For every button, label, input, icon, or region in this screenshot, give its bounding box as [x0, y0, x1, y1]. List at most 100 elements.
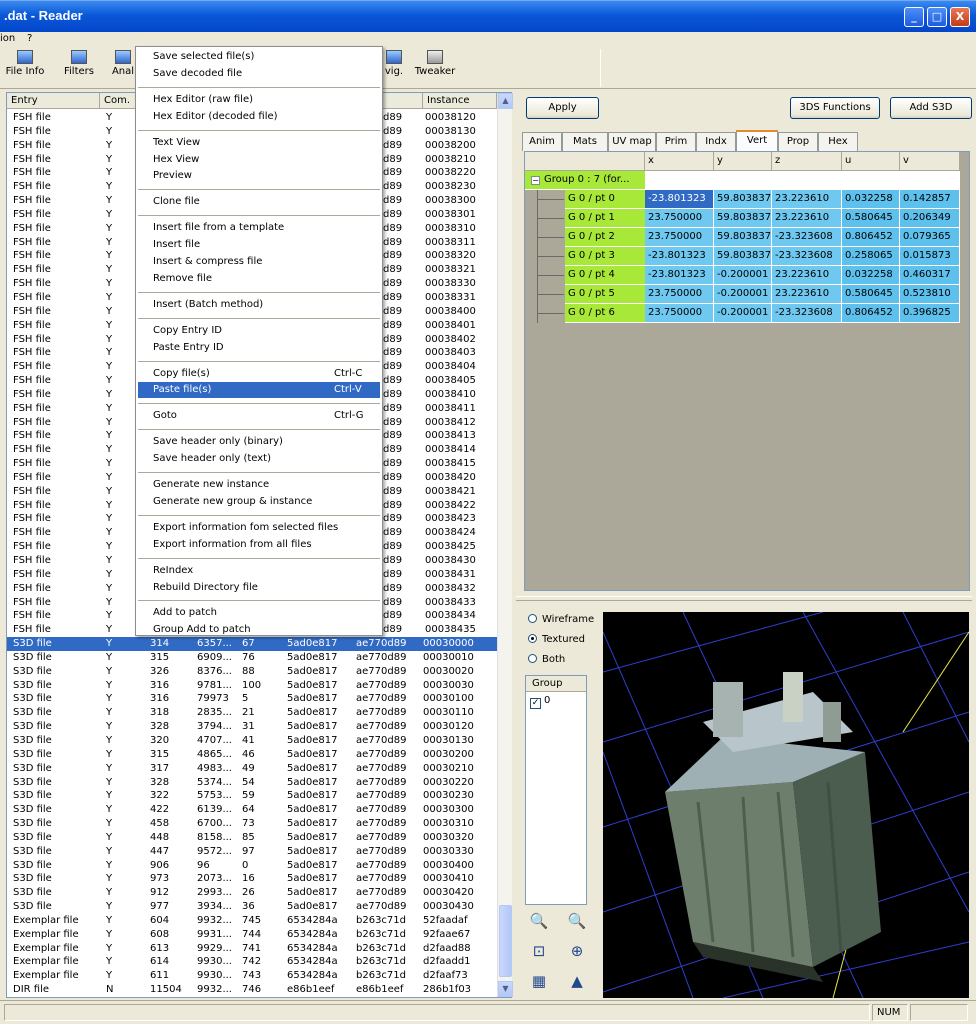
table-row[interactable]: S3D file Y 316 79973 5 5ad0e817 ae770d89 000301… — [7, 692, 497, 706]
menu-item-hex-view[interactable]: Hex View — [138, 152, 380, 168]
table-row[interactable]: S3D file Y 318 2835... 21 5ad0e817 ae770d89 000… — [7, 706, 497, 720]
list-scrollbar[interactable]: ▲ ▼ — [497, 93, 513, 997]
splitter[interactable] — [516, 596, 972, 601]
vertex-node[interactable]: G 0 / pt 0 — [565, 190, 645, 209]
menu-item-insert-compress-file[interactable]: Insert & compress file — [138, 254, 380, 270]
grid-cell[interactable]: 0.806452 — [842, 228, 900, 247]
collapse-icon[interactable]: − — [531, 176, 540, 185]
menu-item-copy-file-s[interactable]: Copy file(s) Ctrl-C — [138, 366, 380, 382]
menu-item-paste-file-s[interactable]: Paste file(s) Ctrl-V — [138, 382, 380, 399]
table-row[interactable]: S3D file Y 315 4865... 46 5ad0e817 ae770d89 000… — [7, 748, 497, 762]
grid-cell[interactable]: 0.015873 — [900, 247, 960, 266]
grid-cell[interactable]: 0.460317 — [900, 266, 960, 285]
menu-item-clone-file[interactable]: Clone file — [138, 194, 380, 210]
menu-item-hex-editor-raw-file[interactable]: Hex Editor (raw file) — [138, 92, 380, 108]
grid-header-z[interactable]: z — [772, 152, 842, 171]
table-row[interactable]: DIR file N 11504 9932... 746 e86b1eef e86b1eef… — [7, 983, 497, 997]
menu-item-text-view[interactable]: Text View — [138, 135, 380, 151]
scroll-thumb[interactable] — [499, 905, 512, 977]
grid-cell[interactable]: -23.323608 — [772, 228, 842, 247]
menu-item-reindex[interactable]: ReIndex — [138, 563, 380, 579]
orbit-icon[interactable]: ⊕ — [566, 940, 588, 962]
menu-item-group-add-to-patch[interactable]: Group Add to patch — [138, 622, 380, 638]
vertex-node[interactable]: G 0 / pt 1 — [565, 209, 645, 228]
close-button[interactable]: X — [950, 7, 970, 27]
menu-item-remove-file[interactable]: Remove file — [138, 271, 380, 287]
perspective-icon[interactable]: ▲ — [566, 970, 588, 992]
table-row[interactable]: S3D file Y 326 8376... 88 5ad0e817 ae770d89 000… — [7, 665, 497, 679]
grid-cell[interactable]: -23.801323 — [645, 247, 714, 266]
minimize-button[interactable]: _ — [904, 7, 924, 27]
grid-cell[interactable]: -23.801323 — [645, 266, 714, 285]
table-row[interactable]: S3D file Y 977 3934... 36 5ad0e817 ae770d89 000… — [7, 900, 497, 914]
column-instance[interactable]: Instance — [423, 93, 497, 109]
table-row[interactable]: S3D file Y 973 2073... 16 5ad0e817 ae770d89 000… — [7, 872, 497, 886]
table-row[interactable]: S3D file Y 328 5374... 54 5ad0e817 ae770d89 000… — [7, 776, 497, 790]
add-s3d-button[interactable]: Add S3D — [890, 97, 972, 119]
grid-cell[interactable]: 23.750000 — [645, 304, 714, 323]
tab-hex[interactable]: Hex — [818, 132, 858, 151]
table-row[interactable]: S3D file Y 906 96 0 5ad0e817 ae770d89 00030400 — [7, 859, 497, 873]
menu-item-export-information-fom-selected-files[interactable]: Export information fom selected files — [138, 520, 380, 536]
table-row[interactable]: S3D file Y 422 6139... 64 5ad0e817 ae770d89 000… — [7, 803, 497, 817]
menu-item-add-to-patch[interactable]: Add to patch — [138, 605, 380, 621]
table-row[interactable]: S3D file Y 316 9781... 100 5ad0e817 ae770d89 00… — [7, 679, 497, 693]
grid-cell[interactable]: 0.580645 — [842, 285, 900, 304]
grid-cell[interactable]: 59.803837 — [714, 228, 772, 247]
tab-indx[interactable]: Indx — [696, 132, 736, 151]
table-row[interactable]: S3D file Y 912 2993... 26 5ad0e817 ae770d89 000… — [7, 886, 497, 900]
grid-cell[interactable]: 0.580645 — [842, 209, 900, 228]
grid-header-x[interactable]: x — [645, 152, 714, 171]
fit-view-icon[interactable]: ⊡ — [528, 940, 550, 962]
grid-cell[interactable]: 23.223610 — [772, 209, 842, 228]
menu-item-hex-editor-decoded-file[interactable]: Hex Editor (decoded file) — [138, 109, 380, 125]
grid-cell[interactable]: 0.142857 — [900, 190, 960, 209]
group-node[interactable]: − Group 0 : 7 (for... — [525, 171, 645, 190]
3ds-functions-button[interactable]: 3DS Functions — [790, 97, 880, 119]
grid-cell[interactable]: -23.801323 — [645, 190, 714, 209]
vertex-node[interactable]: G 0 / pt 2 — [565, 228, 645, 247]
tab-mats[interactable]: Mats — [562, 132, 608, 151]
grid-cell[interactable]: 0.032258 — [842, 190, 900, 209]
grid-header-y[interactable]: y — [714, 152, 772, 171]
grid-cell[interactable]: 23.750000 — [645, 228, 714, 247]
3d-viewport[interactable] — [603, 612, 969, 998]
grid-cell[interactable]: 23.223610 — [772, 285, 842, 304]
menu-item-save-header-only-binary[interactable]: Save header only (binary) — [138, 434, 380, 450]
vertex-node[interactable]: G 0 / pt 5 — [565, 285, 645, 304]
menu-item-goto[interactable]: Goto Ctrl-G — [138, 408, 380, 424]
grid-cell[interactable]: 23.223610 — [772, 266, 842, 285]
file-info-button[interactable]: File Info — [4, 50, 46, 77]
table-row[interactable]: S3D file Y 315 6909... 76 5ad0e817 ae770d89 000… — [7, 651, 497, 665]
maximize-button[interactable]: □ — [927, 7, 947, 27]
tab-prim[interactable]: Prim — [656, 132, 696, 151]
vertex-node[interactable]: G 0 / pt 6 — [565, 304, 645, 323]
grid-cell[interactable]: 0.032258 — [842, 266, 900, 285]
grid-cell[interactable]: 0.523810 — [900, 285, 960, 304]
table-row[interactable]: S3D file Y 328 3794... 31 5ad0e817 ae770d89 000… — [7, 720, 497, 734]
grid-cell[interactable]: 0.258065 — [842, 247, 900, 266]
tab-vert[interactable]: Vert — [736, 130, 778, 151]
table-row[interactable]: Exemplar file Y 611 9930... 743 6534284a b263c… — [7, 969, 497, 983]
tab-uv-map[interactable]: UV map — [608, 132, 656, 151]
table-row[interactable]: Exemplar file Y 604 9932... 745 6534284a b263c… — [7, 914, 497, 928]
grid-header-v[interactable]: v — [900, 152, 960, 171]
menu-item-generate-new-instance[interactable]: Generate new instance — [138, 477, 380, 493]
column-compressed[interactable]: Com. — [100, 93, 140, 109]
grid-cell[interactable]: 23.223610 — [772, 190, 842, 209]
table-row[interactable]: S3D file Y 322 5753... 59 5ad0e817 ae770d89 000… — [7, 789, 497, 803]
table-row[interactable]: Exemplar file Y 613 9929... 741 6534284a b263c… — [7, 942, 497, 956]
table-row[interactable]: S3D file Y 317 4983... 49 5ad0e817 ae770d89 000… — [7, 762, 497, 776]
grid-cell[interactable]: 23.750000 — [645, 209, 714, 228]
group-list[interactable]: Group ✓ 0 — [525, 675, 587, 905]
apply-button[interactable]: Apply — [526, 97, 599, 119]
grid-header-u[interactable]: u — [842, 152, 900, 171]
grid-cell[interactable]: -0.200001 — [714, 304, 772, 323]
grid-toggle-icon[interactable]: ▦ — [528, 970, 550, 992]
table-row[interactable]: Exemplar file Y 614 9930... 742 6534284a b263c… — [7, 955, 497, 969]
textured-radio[interactable]: Textured — [528, 634, 585, 645]
table-row[interactable]: S3D file Y 447 9572... 97 5ad0e817 ae770d89 000… — [7, 845, 497, 859]
grid-cell[interactable]: -23.323608 — [772, 304, 842, 323]
both-radio[interactable]: Both — [528, 654, 565, 665]
menu-item-save-header-only-text[interactable]: Save header only (text) — [138, 451, 380, 467]
